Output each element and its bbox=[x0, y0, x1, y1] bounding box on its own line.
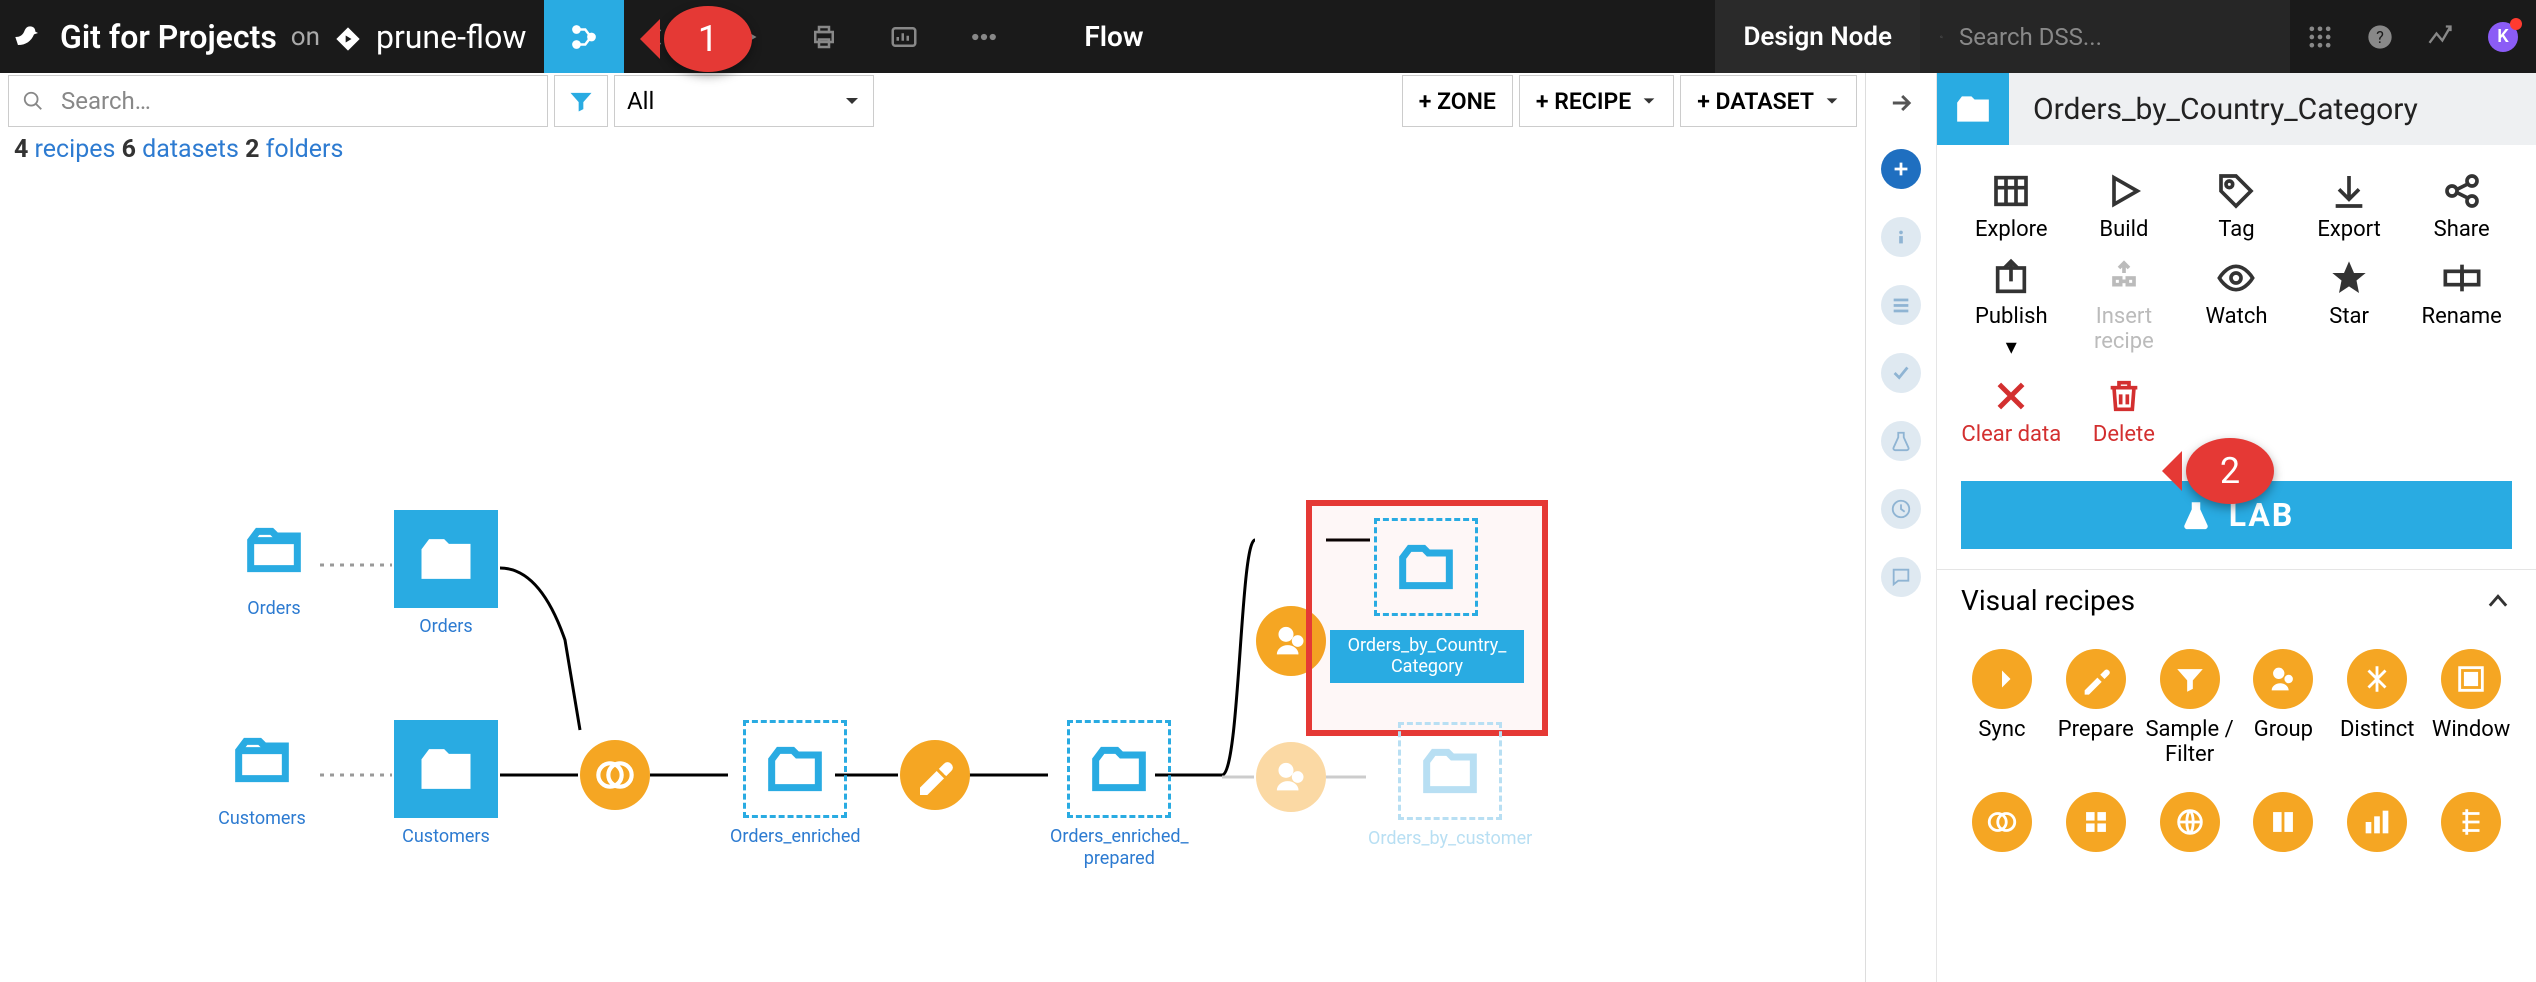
add-dataset-button[interactable]: + DATASET bbox=[1680, 75, 1857, 127]
flow-search bbox=[8, 75, 548, 127]
vr-extra-5[interactable] bbox=[2330, 792, 2424, 852]
visual-recipes-section: Visual recipes bbox=[1937, 569, 2536, 631]
counts-line: 4 recipes 6 datasets 2 folders bbox=[0, 129, 1865, 170]
rail-list-icon[interactable] bbox=[1881, 285, 1921, 325]
right-rail bbox=[1866, 73, 1936, 982]
node-orders-by-customer[interactable]: Orders_by_customer bbox=[1368, 722, 1532, 850]
vr-sample-filter[interactable]: Sample / Filter bbox=[2143, 649, 2237, 768]
rail-lab-icon[interactable] bbox=[1881, 421, 1921, 461]
right-panel: Orders_by_Country_Category Explore Build… bbox=[1866, 73, 2536, 982]
node-selected-label: Orders_by_Country_ Category bbox=[1330, 630, 1524, 683]
vr-extra-6[interactable] bbox=[2424, 792, 2518, 852]
rail-info-icon[interactable] bbox=[1881, 217, 1921, 257]
rail-chat-icon[interactable] bbox=[1881, 557, 1921, 597]
action-export[interactable]: Export bbox=[2293, 163, 2406, 250]
global-search-input[interactable] bbox=[1959, 23, 2270, 51]
project-name: Git for Projects bbox=[60, 18, 277, 56]
activity-icon[interactable] bbox=[2410, 23, 2470, 51]
action-delete[interactable]: Delete bbox=[2068, 368, 2181, 455]
vr-window[interactable]: Window bbox=[2424, 649, 2518, 768]
help-icon[interactable]: ? bbox=[2350, 23, 2410, 51]
dataset-icon bbox=[1937, 73, 2009, 145]
search-icon bbox=[9, 90, 57, 112]
action-insert-recipe: Insert recipe bbox=[2068, 250, 2181, 368]
node-orders-by-country-category[interactable] bbox=[1374, 518, 1478, 616]
rail-add-icon[interactable] bbox=[1881, 149, 1921, 189]
vr-extra-1[interactable] bbox=[1955, 792, 2049, 852]
flow-toolbar: All + ZONE + RECIPE + DATASET bbox=[0, 73, 1865, 129]
action-share[interactable]: Share bbox=[2405, 163, 2518, 250]
dashboard-nav-icon[interactable] bbox=[864, 0, 944, 73]
flow-search-input[interactable] bbox=[57, 87, 547, 115]
datasets-link[interactable]: datasets bbox=[142, 135, 239, 164]
user-avatar[interactable]: K bbox=[2488, 22, 2518, 52]
visual-recipes-grid-row2 bbox=[1937, 768, 2536, 852]
search-icon bbox=[1940, 24, 1943, 50]
add-recipe-button[interactable]: + RECIPE bbox=[1519, 75, 1674, 127]
instance-label[interactable]: Design Node bbox=[1715, 0, 1920, 73]
recipes-link[interactable]: recipes bbox=[35, 135, 116, 164]
branch-icon bbox=[334, 23, 362, 51]
vr-distinct[interactable]: Distinct bbox=[2330, 649, 2424, 768]
action-explore[interactable]: Explore bbox=[1955, 163, 2068, 250]
node-orders-source[interactable]: Orders bbox=[230, 510, 318, 620]
flow-stage[interactable]: Orders Orders Customers Customers bbox=[0, 170, 1865, 969]
filter-select-value: All bbox=[627, 87, 654, 115]
action-tag[interactable]: Tag bbox=[2180, 163, 2293, 250]
callout-1: 1 bbox=[664, 6, 752, 72]
on-label: on bbox=[291, 22, 320, 52]
panel-title: Orders_by_Country_Category bbox=[2009, 92, 2418, 127]
visual-recipes-grid: Sync Prepare Sample / Filter Group Disti… bbox=[1937, 631, 2536, 768]
chevron-down-icon bbox=[843, 92, 861, 110]
rail-history-icon[interactable] bbox=[1881, 489, 1921, 529]
action-rename[interactable]: Rename bbox=[2405, 250, 2518, 368]
vr-prepare[interactable]: Prepare bbox=[2049, 649, 2143, 768]
vr-extra-2[interactable] bbox=[2049, 792, 2143, 852]
main-area: All + ZONE + RECIPE + DATASET 4 recipes … bbox=[0, 73, 2536, 982]
add-zone-button[interactable]: + ZONE bbox=[1402, 75, 1513, 127]
vr-group[interactable]: Group bbox=[2237, 649, 2331, 768]
vr-extra-3[interactable] bbox=[2143, 792, 2237, 852]
node-customers-source[interactable]: Customers bbox=[218, 720, 306, 830]
filter-select[interactable]: All bbox=[614, 75, 874, 127]
panel-header: Orders_by_Country_Category bbox=[1937, 73, 2536, 145]
callout-2: 2 bbox=[2186, 438, 2274, 504]
chevron-up-icon[interactable] bbox=[2484, 587, 2512, 615]
node-orders-enriched[interactable]: Orders_enriched bbox=[730, 720, 861, 848]
folders-link[interactable]: folders bbox=[266, 135, 344, 164]
apps-icon[interactable] bbox=[2290, 23, 2350, 51]
panel-actions-row1: Explore Build Tag Export Share Publish ▾… bbox=[1937, 145, 2536, 461]
vr-extra-4[interactable] bbox=[2237, 792, 2331, 852]
branch-name: prune-flow bbox=[376, 18, 526, 56]
more-nav-icon[interactable] bbox=[944, 0, 1024, 73]
app-header: Git for Projects on prune-flow Flow Desi… bbox=[0, 0, 2536, 73]
project-title[interactable]: Git for Projects on prune-flow bbox=[60, 18, 544, 56]
node-orders[interactable]: Orders bbox=[394, 510, 498, 638]
rail-check-icon[interactable] bbox=[1881, 353, 1921, 393]
visual-recipes-title: Visual recipes bbox=[1961, 584, 2135, 617]
node-orders-enriched-prepared[interactable]: Orders_enriched_ prepared bbox=[1050, 720, 1189, 869]
recipe-join[interactable] bbox=[580, 740, 650, 810]
vr-sync[interactable]: Sync bbox=[1955, 649, 2049, 768]
chevron-down-icon bbox=[1641, 93, 1657, 109]
global-search[interactable] bbox=[1920, 0, 2290, 73]
action-build[interactable]: Build bbox=[2068, 163, 2181, 250]
logo-icon[interactable] bbox=[0, 0, 60, 73]
collapse-arrow-icon[interactable] bbox=[1887, 89, 1915, 121]
filter-button[interactable] bbox=[554, 75, 608, 127]
action-watch[interactable]: Watch bbox=[2180, 250, 2293, 368]
flow-canvas-area: All + ZONE + RECIPE + DATASET 4 recipes … bbox=[0, 73, 1866, 982]
action-clear-data[interactable]: Clear data bbox=[1955, 368, 2068, 455]
action-publish[interactable]: Publish ▾ bbox=[1955, 250, 2068, 368]
flow-nav-icon[interactable] bbox=[544, 0, 624, 73]
recipe-prepare[interactable] bbox=[900, 740, 970, 810]
action-star[interactable]: Star bbox=[2293, 250, 2406, 368]
svg-text:?: ? bbox=[2376, 27, 2384, 46]
chevron-down-icon bbox=[1824, 93, 1840, 109]
recipe-group-bottom[interactable] bbox=[1256, 742, 1326, 812]
details-panel: Orders_by_Country_Category Explore Build… bbox=[1936, 73, 2536, 982]
flow-tab-label[interactable]: Flow bbox=[1044, 20, 1183, 53]
node-customers[interactable]: Customers bbox=[394, 720, 498, 848]
print-nav-icon[interactable] bbox=[784, 0, 864, 73]
